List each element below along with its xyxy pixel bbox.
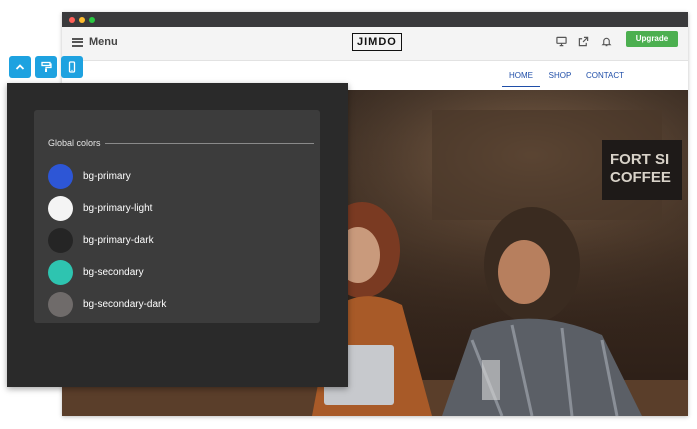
color-name: bg-primary	[83, 170, 131, 182]
jimdo-logo: JIMDO	[352, 33, 402, 51]
maximize-window-dot[interactable]	[89, 17, 95, 23]
nav-item-home[interactable]: HOME	[502, 61, 540, 90]
color-swatch[interactable]	[48, 259, 73, 285]
bell-icon[interactable]	[598, 33, 614, 49]
collapse-panel-button[interactable]	[9, 56, 31, 78]
chevron-up-icon	[15, 64, 25, 70]
color-swatch[interactable]	[48, 291, 73, 317]
minimize-window-dot[interactable]	[79, 17, 85, 23]
global-colors-card: Global colors bg-primary bg-primary-ligh…	[34, 110, 320, 323]
svg-text:FORT SI: FORT SI	[610, 151, 669, 168]
nav-item-shop[interactable]: SHOP	[544, 61, 576, 90]
color-name: bg-primary-dark	[83, 234, 154, 246]
color-row-bg-primary[interactable]: bg-primary	[48, 163, 131, 189]
color-row-bg-primary-light[interactable]: bg-primary-light	[48, 195, 152, 221]
editor-toolbar: Menu JIMDO Upgrade	[62, 27, 688, 61]
color-name: bg-secondary	[83, 266, 144, 278]
close-window-dot[interactable]	[69, 17, 75, 23]
side-tool-chips	[9, 56, 83, 78]
share-icon[interactable]	[575, 33, 591, 49]
hamburger-icon	[72, 37, 83, 47]
color-row-bg-secondary-dark[interactable]: bg-secondary-dark	[48, 291, 166, 317]
paint-roller-icon	[41, 61, 52, 72]
mobile-view-button[interactable]	[61, 56, 83, 78]
menu-button[interactable]: Menu	[72, 36, 118, 48]
color-swatch[interactable]	[48, 163, 73, 189]
color-row-bg-secondary[interactable]: bg-secondary	[48, 259, 144, 285]
upgrade-button[interactable]: Upgrade	[626, 31, 678, 47]
style-tool-button[interactable]	[35, 56, 57, 78]
color-name: bg-primary-light	[83, 202, 153, 214]
svg-text:COFFEE: COFFEE	[610, 169, 671, 186]
nav-item-contact[interactable]: CONTACT	[583, 61, 627, 90]
color-name: bg-secondary-dark	[83, 298, 167, 310]
global-colors-title: Global colors	[48, 138, 101, 148]
color-swatch[interactable]	[48, 227, 73, 253]
window-titlebar	[62, 12, 688, 27]
color-row-bg-primary-dark[interactable]: bg-primary-dark	[48, 227, 154, 253]
desktop-preview-icon[interactable]	[553, 33, 569, 49]
menu-label: Menu	[89, 36, 118, 48]
mobile-icon	[68, 61, 76, 73]
color-swatch[interactable]	[48, 195, 73, 221]
design-panel: Global colors bg-primary bg-primary-ligh…	[7, 83, 348, 387]
title-divider	[105, 143, 314, 144]
